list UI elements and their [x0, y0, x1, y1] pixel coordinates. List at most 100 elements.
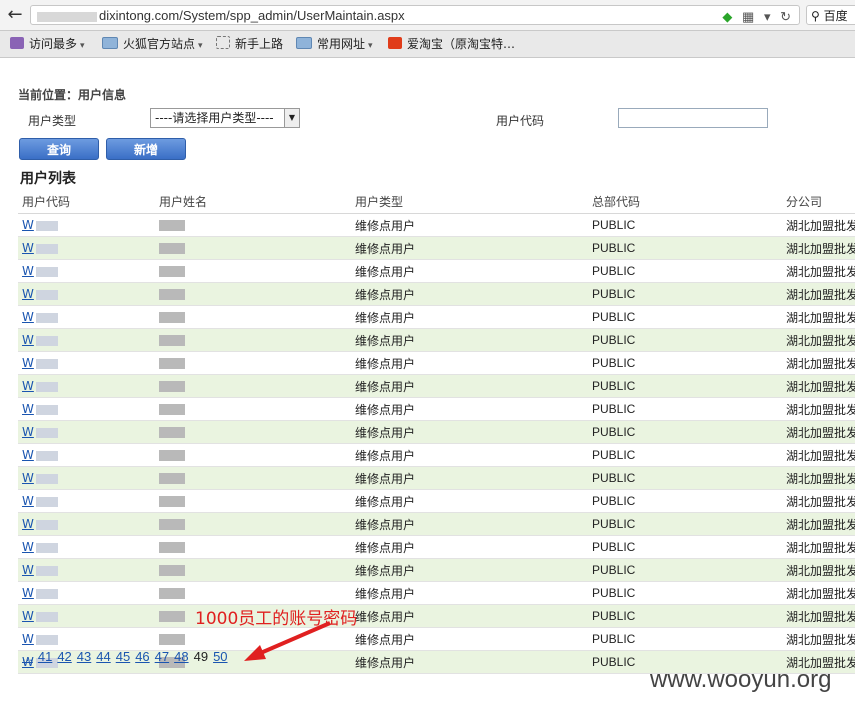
- user-code-input[interactable]: [618, 108, 768, 128]
- cell-user-code: W: [18, 627, 155, 651]
- watermark: www.wooyun.org: [650, 666, 832, 693]
- user-code-link[interactable]: W: [22, 540, 34, 554]
- cell-user-code: W: [18, 581, 155, 605]
- table-row: W 维修点用户 PUBLIC 湖北加盟批发: [18, 374, 855, 398]
- table-row: W 维修点用户 PUBLIC 湖北加盟批发: [18, 282, 855, 306]
- header-branch[interactable]: 分公司: [782, 190, 855, 214]
- redacted-name: [159, 450, 185, 461]
- user-code-link[interactable]: W: [22, 379, 34, 393]
- table-row: W 维修点用户 PUBLIC 湖北加盟批发: [18, 213, 855, 237]
- page-link[interactable]: 42: [57, 649, 71, 664]
- cell-branch: 湖北加盟批发: [782, 466, 855, 490]
- cell-hq-code: PUBLIC: [588, 213, 782, 237]
- user-code-link[interactable]: W: [22, 264, 34, 278]
- redacted-code: [35, 358, 58, 369]
- redacted-code: [35, 266, 58, 277]
- cell-user-code: W: [18, 236, 155, 260]
- cell-hq-code: PUBLIC: [588, 374, 782, 398]
- chevron-down-icon: ▼: [284, 109, 299, 127]
- redacted-code: [35, 289, 58, 300]
- user-code-link[interactable]: W: [22, 402, 34, 416]
- annotation-arrow: [244, 621, 331, 661]
- cell-user-type: 维修点用户: [351, 466, 588, 490]
- bookmark-item[interactable]: 火狐官方站点 ▾: [102, 36, 203, 52]
- dropdown-arrow-icon[interactable]: ▾: [764, 9, 771, 24]
- search-button[interactable]: 查询: [19, 138, 99, 160]
- cell-hq-code: PUBLIC: [588, 351, 782, 375]
- cell-user-name: [155, 420, 351, 444]
- cell-branch: 湖北加盟批发: [782, 535, 855, 559]
- page-link[interactable]: 48: [174, 649, 188, 664]
- user-code-link[interactable]: W: [22, 609, 34, 623]
- cell-user-name: [155, 351, 351, 375]
- breadcrumb: 当前位置：用户信息: [18, 88, 127, 102]
- user-type-select[interactable]: ----请选择用户类型---- ▼: [150, 108, 300, 128]
- bookmark-item[interactable]: 常用网址 ▾: [296, 36, 373, 52]
- table-header-row: 用户代码 用户姓名 用户类型 总部代码 分公司: [18, 190, 855, 214]
- arrow-shaft: [255, 621, 331, 657]
- user-code-label: 用户代码: [496, 114, 545, 128]
- redacted-name: [159, 542, 185, 553]
- reload-icon[interactable]: ↻: [780, 9, 791, 24]
- table-row: W 维修点用户 PUBLIC 湖北加盟批发: [18, 627, 855, 651]
- page-link[interactable]: 43: [77, 649, 91, 664]
- page-link[interactable]: 45: [116, 649, 130, 664]
- table-row: W 维修点用户 PUBLIC 湖北加盟批发: [18, 420, 855, 444]
- bookmark-item[interactable]: 爱淘宝（原淘宝特…: [388, 36, 515, 52]
- user-code-link[interactable]: W: [22, 517, 34, 531]
- cell-hq-code: PUBLIC: [588, 443, 782, 467]
- header-user-code[interactable]: 用户代码: [18, 190, 155, 214]
- shield-icon[interactable]: ◆: [722, 9, 732, 24]
- user-code-link[interactable]: W: [22, 448, 34, 462]
- user-code-link[interactable]: W: [22, 425, 34, 439]
- cell-user-type: 维修点用户: [351, 512, 588, 536]
- redacted-name: [159, 404, 185, 415]
- user-code-link[interactable]: W: [22, 333, 34, 347]
- qr-code-icon[interactable]: ▦: [742, 9, 754, 24]
- cell-user-type: 维修点用户: [351, 236, 588, 260]
- page-link[interactable]: 47: [155, 649, 169, 664]
- cell-branch: 湖北加盟批发: [782, 213, 855, 237]
- cell-hq-code: PUBLIC: [588, 236, 782, 260]
- header-user-type[interactable]: 用户类型: [351, 190, 588, 214]
- bookmark-item[interactable]: 访问最多 ▾: [10, 36, 85, 52]
- cell-user-name: [155, 489, 351, 513]
- page-link[interactable]: 44: [96, 649, 110, 664]
- cell-user-name: [155, 374, 351, 398]
- page-link[interactable]: 50: [213, 649, 227, 664]
- back-arrow-icon[interactable]: ←: [4, 4, 26, 26]
- user-type-label: 用户类型: [28, 114, 77, 128]
- user-code-link[interactable]: W: [22, 632, 34, 646]
- user-code-link[interactable]: W: [22, 356, 34, 370]
- user-code-link[interactable]: W: [22, 586, 34, 600]
- cell-user-name: [155, 328, 351, 352]
- table-row: W 维修点用户 PUBLIC 湖北加盟批发: [18, 535, 855, 559]
- user-code-link[interactable]: W: [22, 218, 34, 232]
- table-row: W 维修点用户 PUBLIC 湖北加盟批发: [18, 466, 855, 490]
- cell-hq-code: PUBLIC: [588, 535, 782, 559]
- table-row: W 维修点用户 PUBLIC 湖北加盟批发: [18, 581, 855, 605]
- page-link[interactable]: ...: [22, 649, 33, 664]
- header-hq-code[interactable]: 总部代码: [588, 190, 782, 214]
- user-code-link[interactable]: W: [22, 241, 34, 255]
- cell-user-code: W: [18, 328, 155, 352]
- redacted-code: [35, 519, 58, 530]
- cell-user-type: 维修点用户: [351, 489, 588, 513]
- user-code-link[interactable]: W: [22, 471, 34, 485]
- user-code-link[interactable]: W: [22, 287, 34, 301]
- add-button[interactable]: 新增: [106, 138, 186, 160]
- page-link[interactable]: 41: [38, 649, 52, 664]
- redacted-name: [159, 358, 185, 369]
- page-link[interactable]: 46: [135, 649, 149, 664]
- user-code-link[interactable]: W: [22, 563, 34, 577]
- address-bar[interactable]: dixintong.com/System/spp_admin/UserMaint…: [30, 5, 800, 25]
- cell-user-type: 维修点用户: [351, 443, 588, 467]
- user-code-link[interactable]: W: [22, 494, 34, 508]
- cell-branch: 湖北加盟批发: [782, 443, 855, 467]
- search-box[interactable]: ⚲ 百度: [806, 5, 855, 25]
- redacted-code: [35, 542, 58, 553]
- user-code-link[interactable]: W: [22, 310, 34, 324]
- bookmark-item[interactable]: 新手上路: [216, 36, 283, 52]
- header-user-name[interactable]: 用户姓名: [155, 190, 351, 214]
- cell-user-type: 维修点用户: [351, 650, 588, 674]
